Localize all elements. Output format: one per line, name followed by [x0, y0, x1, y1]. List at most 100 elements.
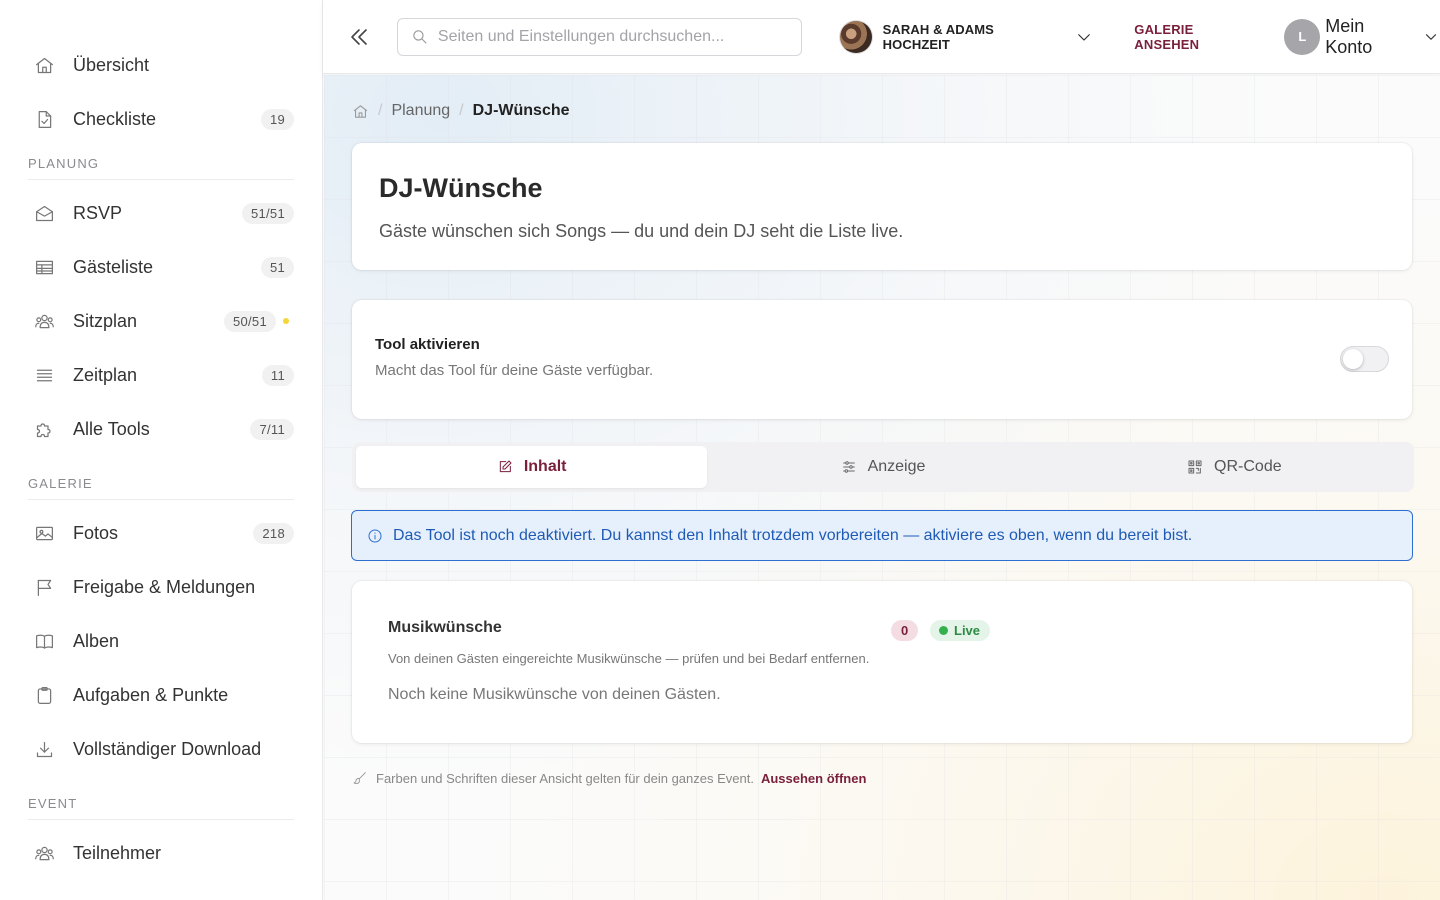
sidebar-item-freigabe[interactable]: Freigabe & Meldungen — [28, 560, 294, 614]
sidebar-item-label: Freigabe & Meldungen — [73, 576, 256, 597]
empty-state-text: Noch keine Musikwünsche von deinen Gäste… — [388, 686, 721, 703]
music-title: Musikwünsche — [388, 619, 502, 636]
sidebar: Übersicht Checkliste 19 PLANUNG RSVP 51/… — [0, 0, 323, 900]
info-alert: Das Tool ist noch deaktiviert. Du kannst… — [351, 510, 1413, 561]
sidebar-item-alben[interactable]: Alben — [28, 614, 294, 668]
sidebar-item-label: Fotos — [73, 522, 119, 543]
chevron-down-icon — [1075, 28, 1093, 46]
sidebar-item-label: Checkliste — [73, 108, 157, 129]
sidebar-item-sitzplan[interactable]: Sitzplan 50/51 — [28, 294, 294, 348]
search-icon — [413, 30, 427, 44]
sidebar-item-teilnehmer[interactable]: Teilnehmer — [28, 826, 294, 880]
sidebar-item-label: Gästeliste — [73, 256, 154, 277]
warning-dot — [283, 318, 289, 324]
people-icon — [32, 309, 56, 333]
sidebar-item-checkliste[interactable]: Checkliste 19 — [28, 92, 294, 146]
sidebar-item-label: Aufgaben & Punkte — [73, 684, 229, 705]
count-badge: 50/51 — [223, 310, 276, 332]
section-label-galerie: GALERIE — [28, 466, 294, 500]
sidebar-item-label: Alle Tools — [73, 418, 150, 439]
clipboard-icon — [32, 683, 56, 707]
appearance-note: Farben und Schriften dieser Ansicht gelt… — [352, 770, 866, 786]
collapse-sidebar-button[interactable] — [344, 22, 374, 52]
main-content: / Planung / DJ-Wünsche DJ-Wünsche Gäste … — [324, 75, 1440, 900]
breadcrumb-separator: / — [378, 102, 383, 119]
tab-label: QR-Code — [1214, 458, 1282, 475]
section-label-planung: PLANUNG — [28, 146, 294, 180]
breadcrumb-link-planung[interactable]: Planung — [391, 102, 450, 120]
sidebar-item-zeitplan[interactable]: Zeitplan 11 — [28, 348, 294, 402]
event-avatar — [838, 19, 873, 54]
music-requests-card: Musikwünsche 0 Live Von deinen Gästen ei… — [352, 581, 1412, 743]
flag-icon — [32, 575, 56, 599]
tab-inhalt[interactable]: Inhalt — [356, 446, 708, 488]
sidebar-item-uebersicht[interactable]: Übersicht — [28, 38, 294, 92]
sidebar-item-fotos[interactable]: Fotos 218 — [28, 506, 294, 560]
breadcrumb: / Planung / DJ-Wünsche — [352, 102, 570, 120]
live-dot — [939, 626, 948, 635]
sidebar-item-label: Sitzplan — [73, 310, 138, 331]
search-box[interactable] — [396, 17, 802, 56]
account-menu[interactable]: L Mein Konto — [1284, 16, 1440, 58]
search-input[interactable] — [437, 27, 788, 46]
download-icon — [32, 737, 56, 761]
toggle-description: Macht das Tool für deine Gäste verfügbar… — [375, 362, 654, 379]
count-badge: 51/51 — [241, 202, 294, 224]
table-icon — [32, 255, 56, 279]
checklist-icon — [32, 107, 56, 131]
live-status-badge: Live — [930, 620, 991, 641]
tab-label: Anzeige — [867, 458, 926, 475]
count-badge: 218 — [253, 522, 294, 544]
chevron-down-icon — [1422, 28, 1440, 46]
footnote-text: Farben und Schriften dieser Ansicht gelt… — [376, 770, 754, 786]
sidebar-item-download[interactable]: Vollständiger Download — [28, 722, 294, 776]
sliders-icon — [842, 461, 855, 473]
tab-qr-code[interactable]: QR-Code — [1059, 446, 1410, 488]
section-label-event: EVENT — [28, 786, 294, 820]
event-switcher[interactable]: SARAH & ADAMS HOCHZEIT — [838, 19, 1094, 54]
sidebar-item-label: Teilnehmer — [73, 842, 162, 863]
brush-icon — [353, 772, 366, 785]
count-badge: 19 — [260, 108, 294, 130]
qr-icon — [1188, 460, 1202, 474]
sidebar-item-label: RSVP — [73, 202, 123, 223]
request-count-badge: 0 — [891, 620, 919, 641]
book-icon — [32, 629, 56, 653]
page-subtitle: Gäste wünschen sich Songs — du und dein … — [379, 221, 904, 241]
toggle-knob — [1343, 349, 1363, 369]
count-badge: 51 — [260, 256, 294, 278]
image-icon — [32, 521, 56, 545]
sidebar-item-alle-tools[interactable]: Alle Tools 7/11 — [28, 402, 294, 456]
breadcrumb-current: DJ-Wünsche — [472, 102, 570, 119]
sidebar-item-label: Zeitplan — [73, 364, 138, 385]
tab-anzeige[interactable]: Anzeige — [707, 446, 1058, 488]
info-icon — [368, 529, 382, 542]
sidebar-item-rsvp[interactable]: RSVP 51/51 — [28, 186, 294, 240]
tab-label: Inhalt — [523, 458, 567, 475]
count-badge: 7/11 — [250, 418, 294, 440]
tool-toggle-card: Tool aktivieren Macht das Tool für deine… — [352, 300, 1412, 419]
page-header-card: DJ-Wünsche Gäste wünschen sich Songs — d… — [352, 143, 1412, 270]
puzzle-icon — [32, 417, 56, 441]
sidebar-item-gaesteliste[interactable]: Gästeliste 51 — [28, 240, 294, 294]
home-icon[interactable] — [352, 103, 369, 120]
people-icon — [32, 841, 56, 865]
tab-bar: Inhalt Anzeige QR-Code — [352, 442, 1414, 492]
avatar: L — [1284, 18, 1321, 55]
view-gallery-link[interactable]: GALERIE ANSEHEN — [1134, 22, 1261, 52]
envelope-icon — [32, 201, 56, 225]
home-icon — [32, 53, 56, 77]
event-name: SARAH & ADAMS HOCHZEIT — [882, 21, 994, 52]
account-label: Mein Konto — [1325, 15, 1373, 57]
page-title: DJ-Wünsche — [379, 173, 543, 203]
edit-icon — [499, 460, 512, 473]
open-appearance-link[interactable]: Aussehen öffnen — [761, 771, 866, 786]
sidebar-item-aufgaben[interactable]: Aufgaben & Punkte — [28, 668, 294, 722]
breadcrumb-separator: / — [459, 102, 464, 119]
tool-activate-toggle[interactable] — [1340, 346, 1389, 372]
lines-icon — [32, 363, 56, 387]
double-chevron-left-icon — [351, 28, 367, 45]
toggle-title: Tool aktivieren — [375, 336, 480, 353]
sidebar-item-label: Alben — [73, 630, 120, 651]
live-label: Live — [954, 623, 981, 638]
